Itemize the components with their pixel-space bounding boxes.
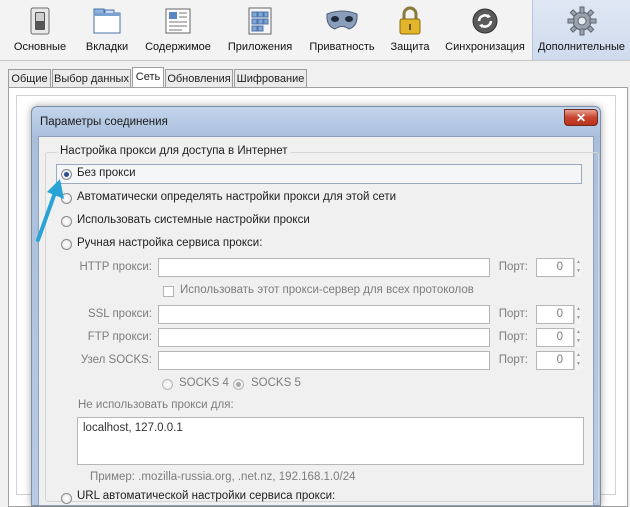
ftp-port-label: Порт:: [498, 331, 528, 343]
switch-icon: [23, 6, 57, 36]
toolbar-item-tabs[interactable]: Вкладки: [76, 0, 138, 60]
gear-icon: [565, 6, 599, 36]
toolbar-item-privacy[interactable]: Приватность: [304, 0, 380, 60]
toolbar-item-security[interactable]: Защита: [383, 0, 437, 60]
toolbar-label-sync: Синхронизация: [445, 41, 525, 53]
auto-url-radio[interactable]: [61, 493, 72, 504]
use-for-all-checkbox[interactable]: [163, 286, 174, 297]
proxy-settings-legend: Настройка прокси для доступа в Интернет: [57, 145, 291, 157]
close-button[interactable]: ✕: [564, 109, 598, 126]
sync-icon: [468, 6, 502, 36]
ftp-port-input[interactable]: 0: [536, 328, 574, 347]
toolbar-item-advanced[interactable]: Дополнительные: [532, 0, 630, 60]
toolbar-item-content[interactable]: Содержимое: [140, 0, 216, 60]
example-hint: Пример: .mozilla-russia.org, .net.nz, 19…: [90, 471, 356, 483]
toolbar-item-general[interactable]: Основные: [6, 0, 74, 60]
ssl-proxy-label: SSL прокси:: [87, 308, 152, 320]
toolbar-label-general: Основные: [13, 41, 67, 53]
socks-host-label: Узел SOCKS:: [80, 354, 152, 366]
ftp-port-spinner[interactable]: ▲ ▼: [574, 328, 582, 347]
http-port-label: Порт:: [498, 261, 528, 273]
socks5-radio[interactable]: [233, 379, 244, 390]
auto-detect-label[interactable]: Автоматически определять настройки прокс…: [77, 191, 396, 203]
toolbar-item-applications[interactable]: Приложения: [222, 0, 298, 60]
toolbar-label-content: Содержимое: [145, 41, 211, 53]
toolbar-label-privacy: Приватность: [309, 41, 375, 53]
no-proxy-label[interactable]: Без прокси: [77, 167, 136, 179]
socks4-label[interactable]: SOCKS 4: [179, 377, 229, 389]
http-port-input[interactable]: 0: [536, 258, 574, 277]
content-icon: [161, 6, 195, 36]
socks4-radio[interactable]: [162, 379, 173, 390]
toolbar-label-applications: Приложения: [227, 41, 293, 53]
toolbar-label-security: Защита: [390, 41, 430, 53]
http-proxy-label: HTTP прокси:: [79, 261, 152, 273]
tab-general[interactable]: Общие: [8, 69, 51, 87]
auto-url-label[interactable]: URL автоматической настройки сервиса про…: [77, 490, 335, 502]
socks-port-label: Порт:: [498, 354, 528, 366]
padlock-icon: [393, 6, 427, 36]
socks-port-input[interactable]: 0: [536, 351, 574, 370]
preferences-toolbar: Основные Вкладки Содержимое Приложения П…: [0, 0, 630, 61]
toolbar-label-tabs: Вкладки: [85, 41, 129, 53]
ftp-proxy-input[interactable]: [158, 328, 490, 347]
annotation-arrow: [36, 179, 64, 242]
ssl-proxy-input[interactable]: [158, 305, 490, 324]
toolbar-label-advanced: Дополнительные: [537, 41, 626, 53]
ssl-port-input[interactable]: 0: [536, 305, 574, 324]
http-proxy-input[interactable]: [158, 258, 490, 277]
tab-encryption[interactable]: Шифрование: [234, 69, 307, 87]
no-proxy-for-value: localhost, 127.0.0.1: [83, 422, 183, 434]
toolbar-item-sync[interactable]: Синхронизация: [440, 0, 530, 60]
socks5-label[interactable]: SOCKS 5: [251, 377, 301, 389]
manual-proxy-label[interactable]: Ручная настройка сервиса прокси:: [77, 237, 262, 249]
tab-data-choices[interactable]: Выбор данных: [52, 69, 131, 87]
privacy-mask-icon: [325, 6, 359, 36]
ftp-proxy-label: FTP прокси:: [87, 331, 152, 343]
system-proxy-label[interactable]: Использовать системные настройки прокси: [77, 214, 310, 226]
no-proxy-for-label: Не использовать прокси для:: [78, 399, 234, 411]
http-port-spinner[interactable]: ▲ ▼: [574, 258, 582, 277]
tab-update[interactable]: Обновления: [165, 69, 233, 87]
tabs-icon: [90, 6, 124, 36]
socks-host-input[interactable]: [158, 351, 490, 370]
dialog-title: Параметры соединения: [40, 116, 168, 128]
socks-port-spinner[interactable]: ▲ ▼: [574, 351, 582, 370]
ssl-port-spinner[interactable]: ▲ ▼: [574, 305, 582, 324]
use-for-all-label[interactable]: Использовать этот прокси-сервер для всех…: [180, 284, 474, 296]
close-icon: ✕: [575, 111, 587, 125]
ssl-port-label: Порт:: [498, 308, 528, 320]
applications-icon: [243, 6, 277, 36]
no-proxy-for-textarea[interactable]: localhost, 127.0.0.1: [77, 417, 584, 465]
tab-network[interactable]: Сеть: [132, 67, 164, 88]
